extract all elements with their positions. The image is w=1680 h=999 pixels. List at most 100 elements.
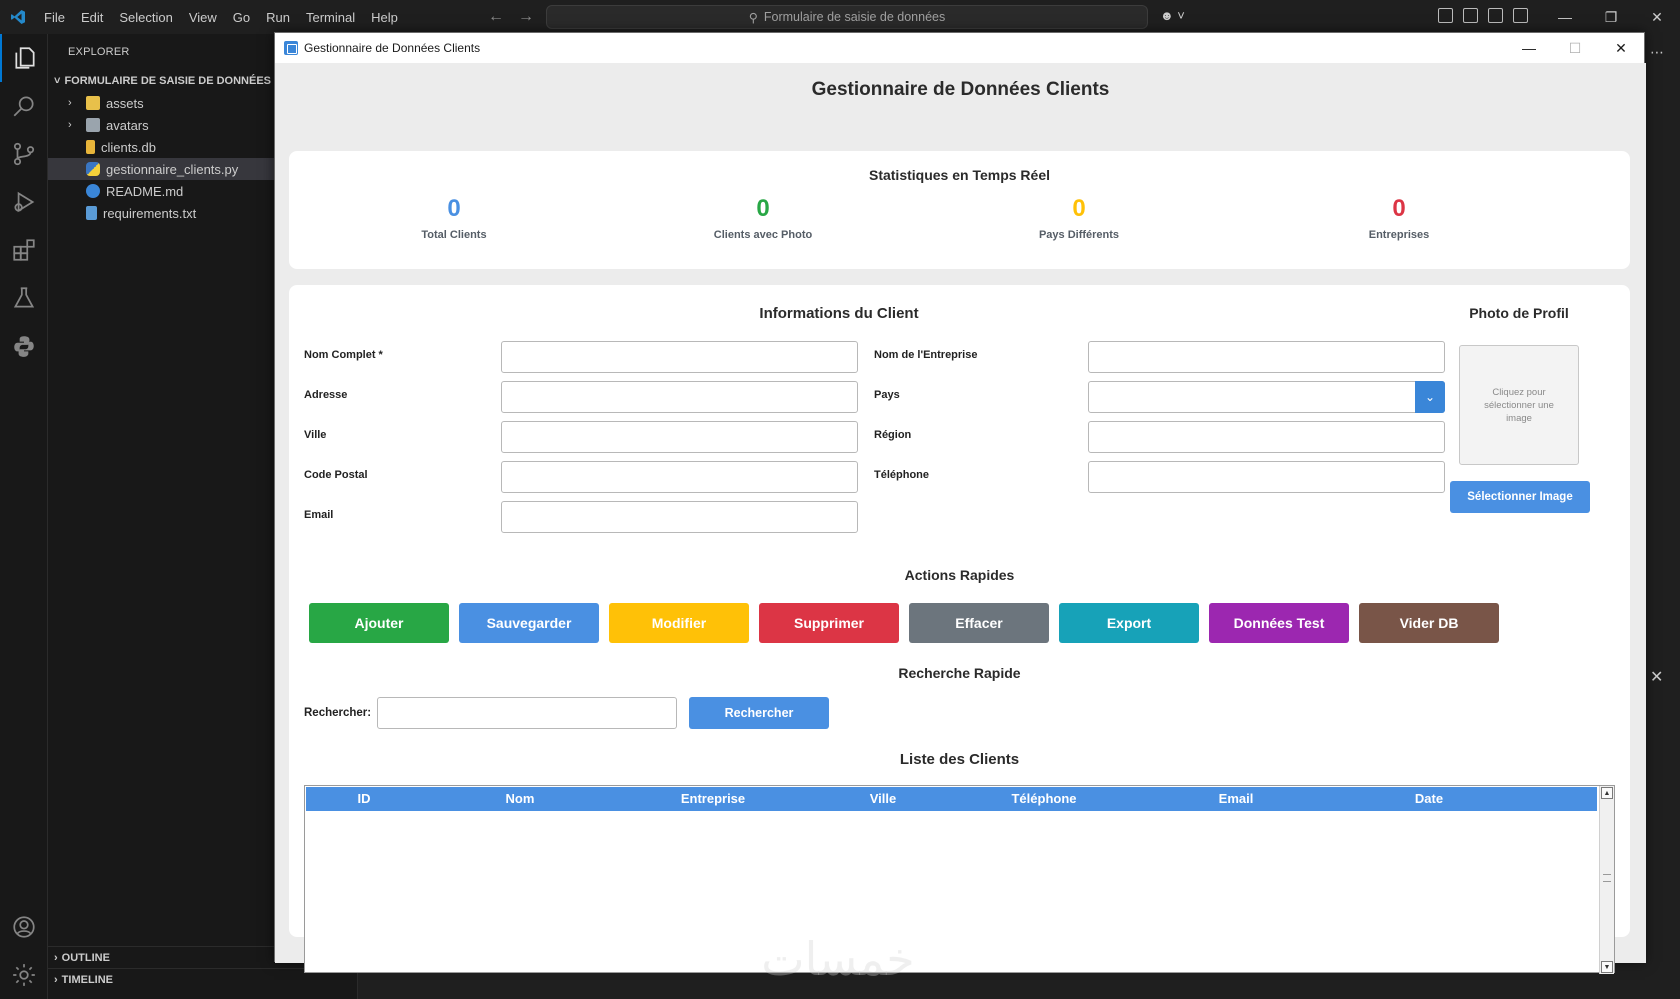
entreprise-label: Nom de l'Entreprise	[874, 349, 978, 361]
column-header-nom[interactable]: Nom	[422, 787, 618, 811]
column-header-entreprise[interactable]: Entreprise	[618, 787, 808, 811]
app-titlebar: Gestionnaire de Données Clients — ☐ ✕	[275, 33, 1644, 63]
menu-file[interactable]: File	[36, 10, 73, 25]
adresse-input[interactable]	[501, 381, 858, 413]
close-icon[interactable]: ✕	[1598, 33, 1644, 63]
actions-title: Actions Rapides	[904, 567, 1015, 583]
copilot-icon[interactable]: ☻ ˅	[1160, 8, 1185, 23]
close-icon[interactable]: ✕	[1634, 0, 1680, 34]
ville-input[interactable]	[501, 421, 858, 453]
account-icon[interactable]	[0, 903, 48, 951]
region-input[interactable]	[1088, 421, 1445, 453]
chevron-right-icon: ›	[54, 951, 58, 964]
chevron-down-icon[interactable]: ⌄	[1415, 381, 1445, 413]
chevron-right-icon: ›	[68, 119, 72, 131]
photo-title: Photo de Profil	[1469, 305, 1569, 321]
table-vertical-scrollbar[interactable]: ▲ ▼	[1599, 786, 1614, 974]
effacer-button[interactable]: Effacer	[909, 603, 1049, 643]
pays-label: Pays	[874, 389, 900, 401]
photo-placeholder-text: Cliquez pour sélectionner une image	[1484, 386, 1554, 424]
email-input[interactable]	[501, 501, 858, 533]
select-image-button[interactable]: Sélectionner Image	[1450, 481, 1590, 513]
source-control-icon[interactable]	[0, 130, 48, 178]
vscode-titlebar: File Edit Selection View Go Run Terminal…	[0, 0, 1680, 34]
donnees-test-button[interactable]: Données Test	[1209, 603, 1349, 643]
photo-placeholder[interactable]: Cliquez pour sélectionner une image	[1459, 345, 1579, 465]
app-window: Gestionnaire de Données Clients — ☐ ✕ Ge…	[274, 32, 1646, 974]
search-button[interactable]: Rechercher	[689, 697, 829, 729]
sauvegarder-button[interactable]: Sauvegarder	[459, 603, 599, 643]
nom-complet-input[interactable]	[501, 341, 858, 373]
extensions-icon[interactable]	[0, 226, 48, 274]
info-icon	[86, 184, 100, 198]
stats-card: Statistiques en Temps Réel 0 Total Clien…	[289, 151, 1630, 269]
ajouter-button[interactable]: Ajouter	[309, 603, 449, 643]
scroll-up-arrow-icon[interactable]: ▲	[1601, 787, 1613, 799]
form-title: Informations du Client	[759, 305, 919, 322]
column-header-telephone[interactable]: Téléphone	[958, 787, 1130, 811]
restore-icon[interactable]: ❐	[1588, 0, 1634, 34]
layout-controls	[1438, 8, 1528, 23]
watermark-logo: خمسات	[761, 932, 915, 986]
search-icon[interactable]	[0, 82, 48, 130]
panel-close-icon[interactable]: ✕	[1650, 667, 1663, 687]
menu-help[interactable]: Help	[363, 10, 406, 25]
menu-edit[interactable]: Edit	[73, 10, 111, 25]
column-header-date[interactable]: Date	[1342, 787, 1516, 811]
folder-icon	[86, 118, 100, 132]
entreprise-input[interactable]	[1088, 341, 1445, 373]
minimize-icon[interactable]: —	[1542, 0, 1588, 34]
workspace-folder-name: FORMULAIRE DE SAISIE DE DONNÉES	[64, 75, 272, 87]
python-icon[interactable]	[0, 322, 48, 370]
telephone-label: Téléphone	[874, 469, 930, 481]
run-debug-icon[interactable]	[0, 178, 48, 226]
vider-db-button[interactable]: Vider DB	[1359, 603, 1499, 643]
vscode-logo-icon	[0, 0, 36, 34]
column-header-email[interactable]: Email	[1130, 787, 1342, 811]
clients-table[interactable]: ID Nom Entreprise Ville Téléphone Email …	[304, 785, 1615, 974]
stat-value: 0	[1392, 195, 1406, 222]
menu-go[interactable]: Go	[225, 10, 258, 25]
stat-countries: 0 Pays Différents	[979, 195, 1179, 241]
scroll-down-arrow-icon[interactable]: ▼	[1601, 961, 1613, 973]
clients-list-title: Liste des Clients	[899, 751, 1020, 768]
telephone-input[interactable]	[1088, 461, 1445, 493]
chevron-right-icon: ›	[68, 97, 72, 109]
export-button[interactable]: Export	[1059, 603, 1199, 643]
layout-customize-icon[interactable]	[1438, 8, 1453, 23]
toggle-secondary-sidebar-icon[interactable]	[1513, 8, 1528, 23]
explorer-icon[interactable]	[0, 34, 48, 82]
search-input[interactable]	[377, 697, 677, 729]
app-window-controls: — ☐ ✕	[1506, 33, 1644, 63]
modifier-button[interactable]: Modifier	[609, 603, 749, 643]
tree-item-label: requirements.txt	[103, 205, 197, 221]
menu-terminal[interactable]: Terminal	[298, 10, 363, 25]
stat-label: Clients avec Photo	[713, 229, 813, 241]
code-postal-input[interactable]	[501, 461, 858, 493]
settings-gear-icon[interactable]	[0, 951, 48, 999]
minimize-icon[interactable]: —	[1506, 33, 1552, 63]
activity-bar	[0, 34, 48, 999]
column-header-id[interactable]: ID	[306, 787, 422, 811]
command-center-search[interactable]: ⚲ Formulaire de saisie de données	[546, 5, 1148, 29]
stat-total-clients: 0 Total Clients	[354, 195, 554, 241]
column-header-ville[interactable]: Ville	[808, 787, 958, 811]
menu-run[interactable]: Run	[258, 10, 298, 25]
tree-item-label: clients.db	[101, 139, 156, 155]
stat-value: 0	[1072, 195, 1086, 222]
tree-item-label: avatars	[106, 117, 149, 133]
testing-flask-icon[interactable]	[0, 274, 48, 322]
more-actions-icon[interactable]: ⋯	[1650, 44, 1664, 61]
toggle-panel-icon[interactable]	[1488, 8, 1503, 23]
menu-selection[interactable]: Selection	[111, 10, 180, 25]
stat-label: Pays Différents	[1038, 229, 1120, 241]
toggle-sidebar-icon[interactable]	[1463, 8, 1478, 23]
python-icon	[86, 162, 100, 176]
pays-select[interactable]: ⌄	[1088, 381, 1445, 413]
back-arrow-icon[interactable]: ←	[488, 8, 504, 26]
supprimer-button[interactable]: Supprimer	[759, 603, 899, 643]
menu-view[interactable]: View	[181, 10, 225, 25]
scrollbar-thumb[interactable]	[1603, 874, 1611, 882]
forward-arrow-icon[interactable]: →	[518, 8, 534, 26]
navigation-arrows: ← →	[488, 8, 534, 26]
